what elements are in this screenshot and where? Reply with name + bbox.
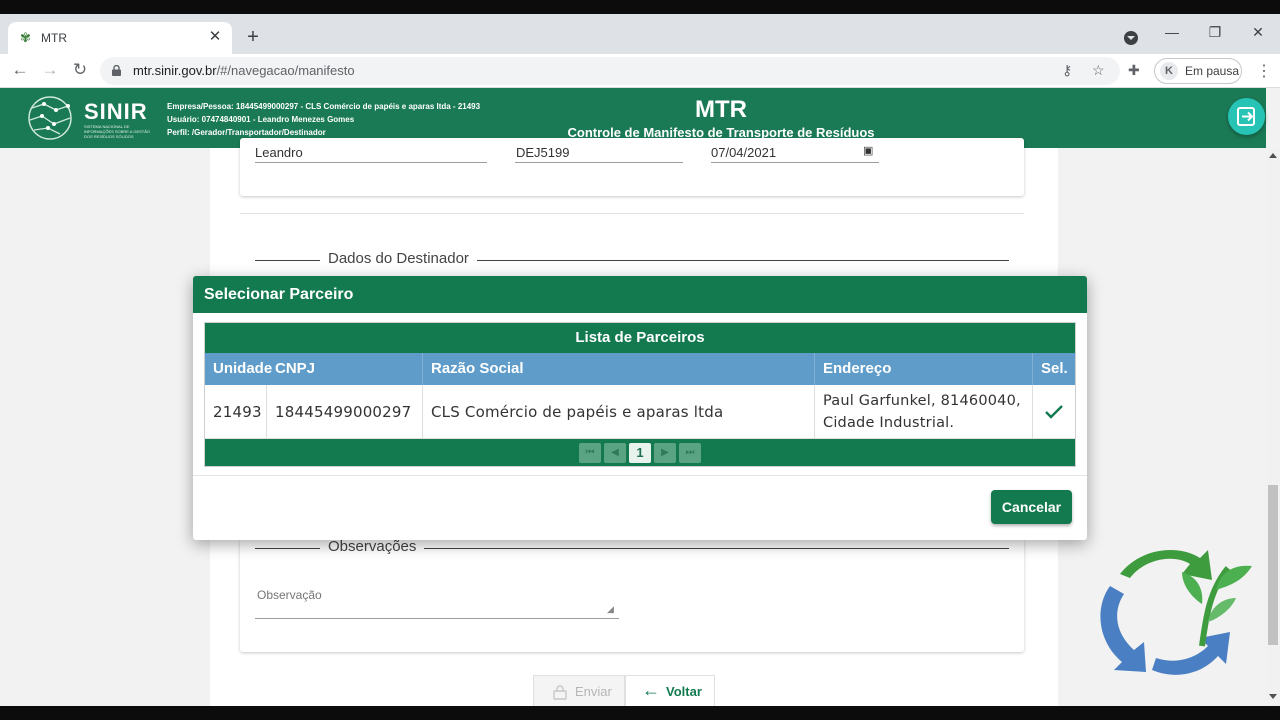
- sinir-globe-icon: [28, 96, 72, 140]
- extensions-icon[interactable]: ✚: [1128, 62, 1140, 79]
- partners-table-header: Unidade CNPJ Razão Social Endereço Sel.: [205, 353, 1075, 385]
- section-separator: [240, 213, 1024, 214]
- profile-avatar: K: [1160, 62, 1178, 80]
- enviar-label: Enviar: [575, 684, 612, 699]
- sinir-logo-text: SINIR: [84, 99, 148, 124]
- calendar-icon[interactable]: ▣: [863, 144, 873, 157]
- date-value[interactable]: 07/04/2021: [711, 145, 776, 160]
- arrow-left-icon: ←: [642, 680, 660, 700]
- profile-status-label: Em pausa: [1185, 64, 1240, 78]
- browser-menu-icon[interactable]: ⋮: [1256, 61, 1272, 81]
- table-row[interactable]: 21493 18445499000297 CLS Comércio de pap…: [205, 385, 1075, 439]
- sinir-logo-subtitle: SISTEMA NACIONAL DE INFORMAÇÕES SOBRE A …: [84, 124, 151, 139]
- minimize-icon[interactable]: —: [1162, 24, 1182, 40]
- user-info: Empresa/Pessoa: 18445499000297 - CLS Com…: [167, 100, 480, 139]
- table-pager: ⏮ ◀ 1 ▶ ⏭: [205, 439, 1075, 466]
- web-page: SINIR SISTEMA NACIONAL DE INFORMAÇÕES SO…: [0, 88, 1280, 706]
- transport-card: Leandro DEJ5199 07/04/2021 ▣: [240, 138, 1024, 196]
- column-header-razao-social[interactable]: Razão Social: [423, 353, 815, 385]
- new-tab-icon[interactable]: +: [242, 26, 264, 48]
- modal-title: Selecionar Parceiro: [204, 286, 354, 303]
- page-scrollbar[interactable]: [1266, 148, 1280, 706]
- observacao-placeholder[interactable]: Observação: [257, 588, 322, 602]
- lock-icon: [553, 685, 567, 700]
- check-icon[interactable]: [1044, 404, 1064, 420]
- tab-title: MTR: [41, 31, 67, 45]
- tab-search-icon[interactable]: [1124, 31, 1138, 45]
- driver-name-value[interactable]: Leandro: [255, 145, 303, 160]
- scroll-up-icon[interactable]: [1269, 153, 1277, 158]
- resize-handle-icon[interactable]: ◢: [607, 604, 614, 615]
- cell-endereco: Paul Garfunkel, 81460040, Cidade Industr…: [815, 385, 1033, 439]
- window-close-icon[interactable]: ✕: [1248, 24, 1268, 41]
- cancelar-button[interactable]: Cancelar: [991, 490, 1072, 524]
- cell-razao-social: CLS Comércio de papéis e aparas ltda: [423, 385, 815, 439]
- reload-icon[interactable]: ↻: [69, 60, 91, 80]
- browser-tab[interactable]: ✾ MTR ✕: [8, 22, 232, 54]
- scroll-down-icon[interactable]: [1269, 694, 1277, 699]
- date-underline: [711, 162, 879, 163]
- logout-icon: [1237, 107, 1255, 126]
- destinador-section-title: Dados do Destinador: [320, 250, 477, 267]
- enviar-button[interactable]: Enviar: [533, 675, 625, 706]
- endereco-line-2: Cidade Industrial.: [823, 415, 955, 431]
- first-page-icon[interactable]: ⏮: [579, 443, 601, 463]
- partners-table: Lista de Parceiros Unidade CNPJ Razão So…: [204, 322, 1076, 467]
- bookmark-star-icon[interactable]: ☆: [1092, 62, 1105, 79]
- profile-paused-button[interactable]: K Em pausa: [1154, 58, 1242, 84]
- screen-bottom-border: [0, 706, 1280, 720]
- plate-value[interactable]: DEJ5199: [516, 145, 569, 160]
- last-page-icon[interactable]: ⏭: [679, 443, 701, 463]
- forward-icon[interactable]: →: [39, 60, 61, 80]
- cell-cnpj: 18445499000297: [267, 385, 423, 439]
- user-line: Usuário: 07474840901 - Leandro Menezes G…: [167, 115, 355, 124]
- next-page-icon[interactable]: ▶: [654, 443, 676, 463]
- browser-tab-strip: ✾ MTR ✕ + — ❐ ✕: [0, 14, 1280, 54]
- voltar-label: Voltar: [666, 684, 702, 699]
- partners-table-caption: Lista de Parceiros: [205, 323, 1075, 353]
- url-text: mtr.sinir.gov.br/#/navegacao/manifesto: [133, 63, 355, 78]
- scroll-thumb[interactable]: [1268, 485, 1278, 645]
- prev-page-icon[interactable]: ◀: [604, 443, 626, 463]
- modal-divider: [193, 475, 1087, 476]
- driver-name-underline: [255, 162, 487, 163]
- company-line: Empresa/Pessoa: 18445499000297 - CLS Com…: [167, 102, 481, 111]
- close-tab-icon[interactable]: ✕: [206, 28, 224, 46]
- browser-toolbar: ← → ↻ mtr.sinir.gov.br/#/navegacao/manif…: [0, 54, 1280, 88]
- logout-button[interactable]: [1228, 98, 1265, 135]
- endereco-line-1: Paul Garfunkel, 81460040,: [823, 393, 1021, 409]
- column-header-endereco[interactable]: Endereço: [815, 353, 1033, 385]
- modal-header: Selecionar Parceiro: [193, 276, 1087, 313]
- app-title-main: MTR: [695, 96, 747, 123]
- page-number-button[interactable]: 1: [629, 443, 651, 463]
- restore-icon[interactable]: ❐: [1205, 24, 1225, 41]
- plate-underline: [515, 162, 683, 163]
- back-icon[interactable]: ←: [9, 60, 31, 80]
- destinador-card: Dados do Destinador: [240, 228, 1024, 278]
- observacoes-card: Observações Observação ◢: [240, 538, 1024, 652]
- key-icon[interactable]: ⚷: [1062, 62, 1072, 79]
- selecionar-parceiro-modal: Selecionar Parceiro Lista de Parceiros U…: [193, 276, 1087, 540]
- address-bar[interactable]: mtr.sinir.gov.br/#/navegacao/manifesto ⚷…: [100, 57, 1120, 85]
- cell-select[interactable]: [1033, 385, 1075, 439]
- column-header-cnpj[interactable]: CNPJ: [267, 353, 423, 385]
- column-header-unidade[interactable]: Unidade: [205, 353, 272, 385]
- observacoes-section-title: Observações: [320, 538, 425, 555]
- observacao-underline: [255, 618, 619, 619]
- lock-icon: [112, 65, 121, 76]
- recycle-logo: [1100, 550, 1252, 675]
- column-header-sel: Sel.: [1041, 360, 1068, 377]
- app-title: MTR Controle de Manifesto de Transporte …: [565, 96, 877, 140]
- screen-top-border: [0, 0, 1280, 14]
- favicon-icon: ✾: [20, 30, 31, 45]
- voltar-button[interactable]: ← Voltar: [625, 675, 715, 706]
- cell-unidade: 21493: [205, 385, 267, 439]
